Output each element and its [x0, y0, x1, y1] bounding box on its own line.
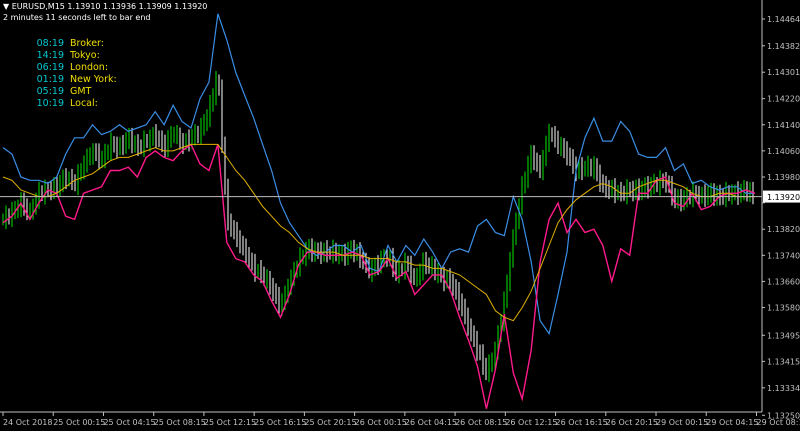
- current-price-label: 1.13920: [767, 193, 800, 202]
- x-tick-label: 29 Oct 08:15: [756, 418, 800, 427]
- x-tick-label: 25 Oct 20:15: [304, 418, 356, 427]
- price-chart[interactable]: 1.13920 1.14464 1.14382 1.14301 1.14220 1.141…: [0, 0, 800, 431]
- axis-group: 1.13920 1.14464 1.14382 1.14301 1.14220 1.141…: [0, 0, 800, 427]
- x-tick-label: 26 Oct 08:15: [455, 418, 507, 427]
- y-tick-label: 1.14140: [767, 121, 800, 130]
- y-tick-label: 1.14220: [767, 95, 800, 104]
- x-tick-label: 29 Oct 04:15: [706, 418, 758, 427]
- y-tick-label: 1.13660: [767, 277, 800, 286]
- x-tick-label: 25 Oct 16:15: [254, 418, 306, 427]
- y-tick-label: 1.13580: [767, 304, 800, 313]
- clock-time: 05:19: [36, 86, 64, 97]
- clock-local: 10:19 Local:: [34, 98, 98, 110]
- x-tick-label: 26 Oct 12:15: [505, 418, 557, 427]
- clock-time: 10:19: [36, 98, 64, 109]
- clock-gmt: 05:19 GMT: [34, 86, 92, 98]
- x-tick-label: 24 Oct 2018: [3, 418, 52, 427]
- chart-window[interactable]: 1.13920 1.14464 1.14382 1.14301 1.14220 1.141…: [0, 0, 800, 431]
- y-tick-label: 1.13415: [767, 357, 800, 366]
- y-tick-label: 1.14301: [767, 68, 800, 77]
- y-tick-label: 1.13495: [767, 331, 800, 340]
- x-tick-label: 25 Oct 08:15: [154, 418, 206, 427]
- x-tick-label: 25 Oct 12:15: [204, 418, 256, 427]
- blue-series-line: [2, 13, 755, 336]
- y-tick-label: 1.14464: [767, 15, 800, 24]
- symbol-line: ▼ EURUSD,M15 1.13910 1.13936 1.13909 1.1…: [3, 2, 207, 12]
- x-tick-label: 29 Oct 00:15: [656, 418, 708, 427]
- y-tick-label: 1.13980: [767, 173, 800, 182]
- clock-time: 14:19: [36, 50, 64, 61]
- x-tick-label: 26 Oct 00:15: [355, 418, 407, 427]
- chart-menu-arrow-icon[interactable]: ▼: [3, 2, 9, 11]
- x-tick-label: 25 Oct 00:15: [53, 418, 105, 427]
- clock-time: 08:19: [36, 38, 64, 49]
- y-tick-label: 1.14382: [767, 42, 800, 51]
- y-tick-label: 1.13334: [767, 384, 800, 393]
- clock-london: 06:19 London:: [34, 62, 108, 74]
- clock-new-york: 01:19 New York:: [34, 74, 117, 86]
- y-tick-label: 1.14060: [767, 147, 800, 156]
- x-tick-label: 26 Oct 04:15: [405, 418, 457, 427]
- clock-label: London:: [70, 62, 109, 73]
- symbol-quote: EURUSD,M15 1.13910 1.13936 1.13909 1.139…: [11, 2, 208, 11]
- clock-label: New York:: [70, 74, 117, 85]
- x-tick-label: 26 Oct 20:15: [606, 418, 658, 427]
- clock-label: Local:: [70, 98, 98, 109]
- x-tick-label: 26 Oct 16:15: [556, 418, 608, 427]
- clock-time: 06:19: [36, 62, 64, 73]
- bar-countdown: 2 minutes 11 seconds left to bar end: [3, 13, 151, 22]
- y-tick-label: 1.13740: [767, 251, 800, 260]
- x-tick-label: 25 Oct 04:15: [103, 418, 155, 427]
- clock-broker: 08:19 Broker:: [34, 38, 104, 50]
- clock-label: Tokyo:: [70, 50, 100, 61]
- clock-tokyo: 14:19 Tokyo:: [34, 50, 100, 62]
- y-tick-label: 1.13820: [767, 225, 800, 234]
- clock-label: Broker:: [70, 38, 104, 49]
- clock-time: 01:19: [36, 74, 64, 85]
- price-bars: [2, 71, 754, 383]
- clock-label: GMT: [70, 86, 92, 97]
